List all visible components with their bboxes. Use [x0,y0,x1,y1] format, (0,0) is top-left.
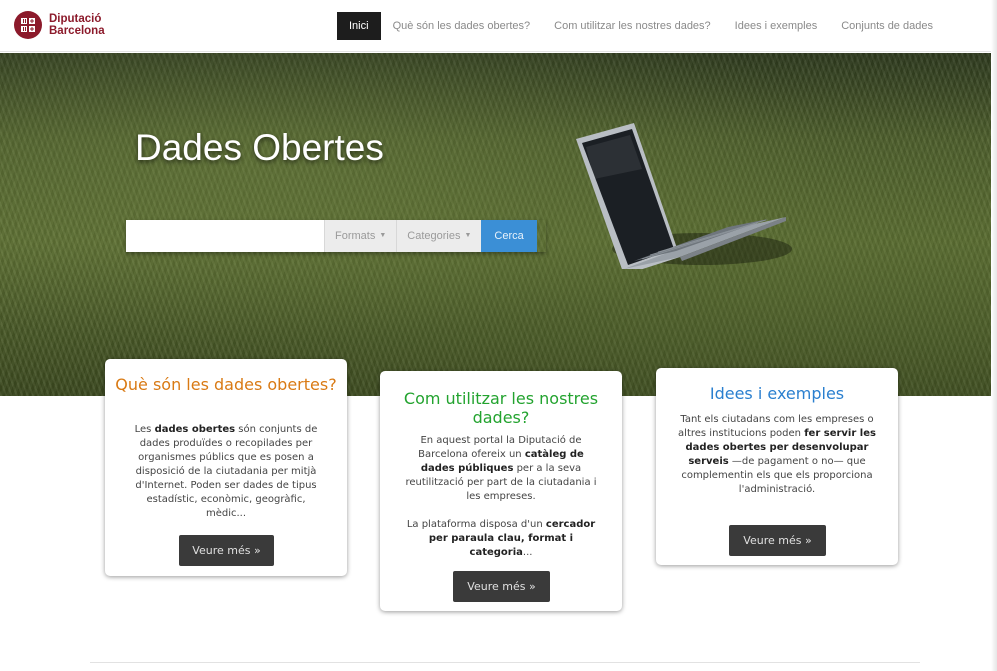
hero-banner: Dades Obertes Formats ▼ Categories ▼ Cer… [0,53,997,396]
text-part: Les [134,424,155,435]
card-text: Les dades obertes són conjunts de dades … [125,423,327,521]
text-part: ... [522,547,533,558]
see-more-button[interactable]: Veure més » [179,535,274,566]
text-part: La plataforma disposa d'un [406,519,546,530]
categories-label: Categories [407,230,461,242]
nav-item-que-son[interactable]: Què són les dades obertes? [381,12,543,40]
search-bar: Formats ▼ Categories ▼ Cerca [126,220,546,252]
text-part: són conjunts de dades produïdes o recopi… [135,424,318,519]
card-title: Què són les dades obertes? [115,375,337,394]
nav-item-idees[interactable]: Idees i exemples [723,12,830,40]
logo-line-1: Diputació [49,13,102,25]
categories-dropdown[interactable]: Categories ▼ [396,220,482,252]
text-bold: dades obertes [154,424,236,435]
card-text: La plataforma disposa d'un cercador per … [402,518,600,560]
card-how-to-use: Com utilitzar les nostres dades? En aque… [380,371,622,611]
nav-item-com-utilitzar[interactable]: Com utilitzar les nostres dades? [542,12,723,40]
window-edge [991,0,997,671]
see-more-button[interactable]: Veure més » [453,571,550,602]
logo-text: Diputació Barcelona [49,13,105,37]
main-nav: Inici Què són les dades obertes? Com uti… [337,12,945,40]
diputacio-logo[interactable]: Diputació Barcelona [14,11,105,39]
search-input[interactable] [126,220,324,252]
card-ideas-examples: Idees i exemples Tant els ciutadans com … [656,368,898,565]
nav-item-conjunts[interactable]: Conjunts de dades [829,12,945,40]
card-text: Tant els ciutadans com les empreses o al… [676,413,878,497]
laptop-image [576,123,792,269]
see-more-button[interactable]: Veure més » [729,525,826,556]
formats-dropdown[interactable]: Formats ▼ [324,220,397,252]
card-title: Com utilitzar les nostres dades? [403,389,599,427]
card-text: En aquest portal la Diputació de Barcelo… [402,434,600,504]
chevron-down-icon: ▼ [379,232,387,239]
logo-line-2: Barcelona [49,25,105,37]
card-title: Idees i exemples [709,384,845,403]
footer-divider [90,662,920,663]
nav-item-inici[interactable]: Inici [337,12,381,40]
formats-label: Formats [335,230,376,242]
chevron-down-icon: ▼ [464,232,472,239]
search-button[interactable]: Cerca [481,220,537,252]
coat-of-arms-icon [14,11,42,39]
card-what-is-open-data: Què són les dades obertes? Les dades obe… [105,359,347,576]
hero-title: Dades Obertes [135,127,384,168]
site-header: Diputació Barcelona Inici Què són les da… [0,0,997,52]
